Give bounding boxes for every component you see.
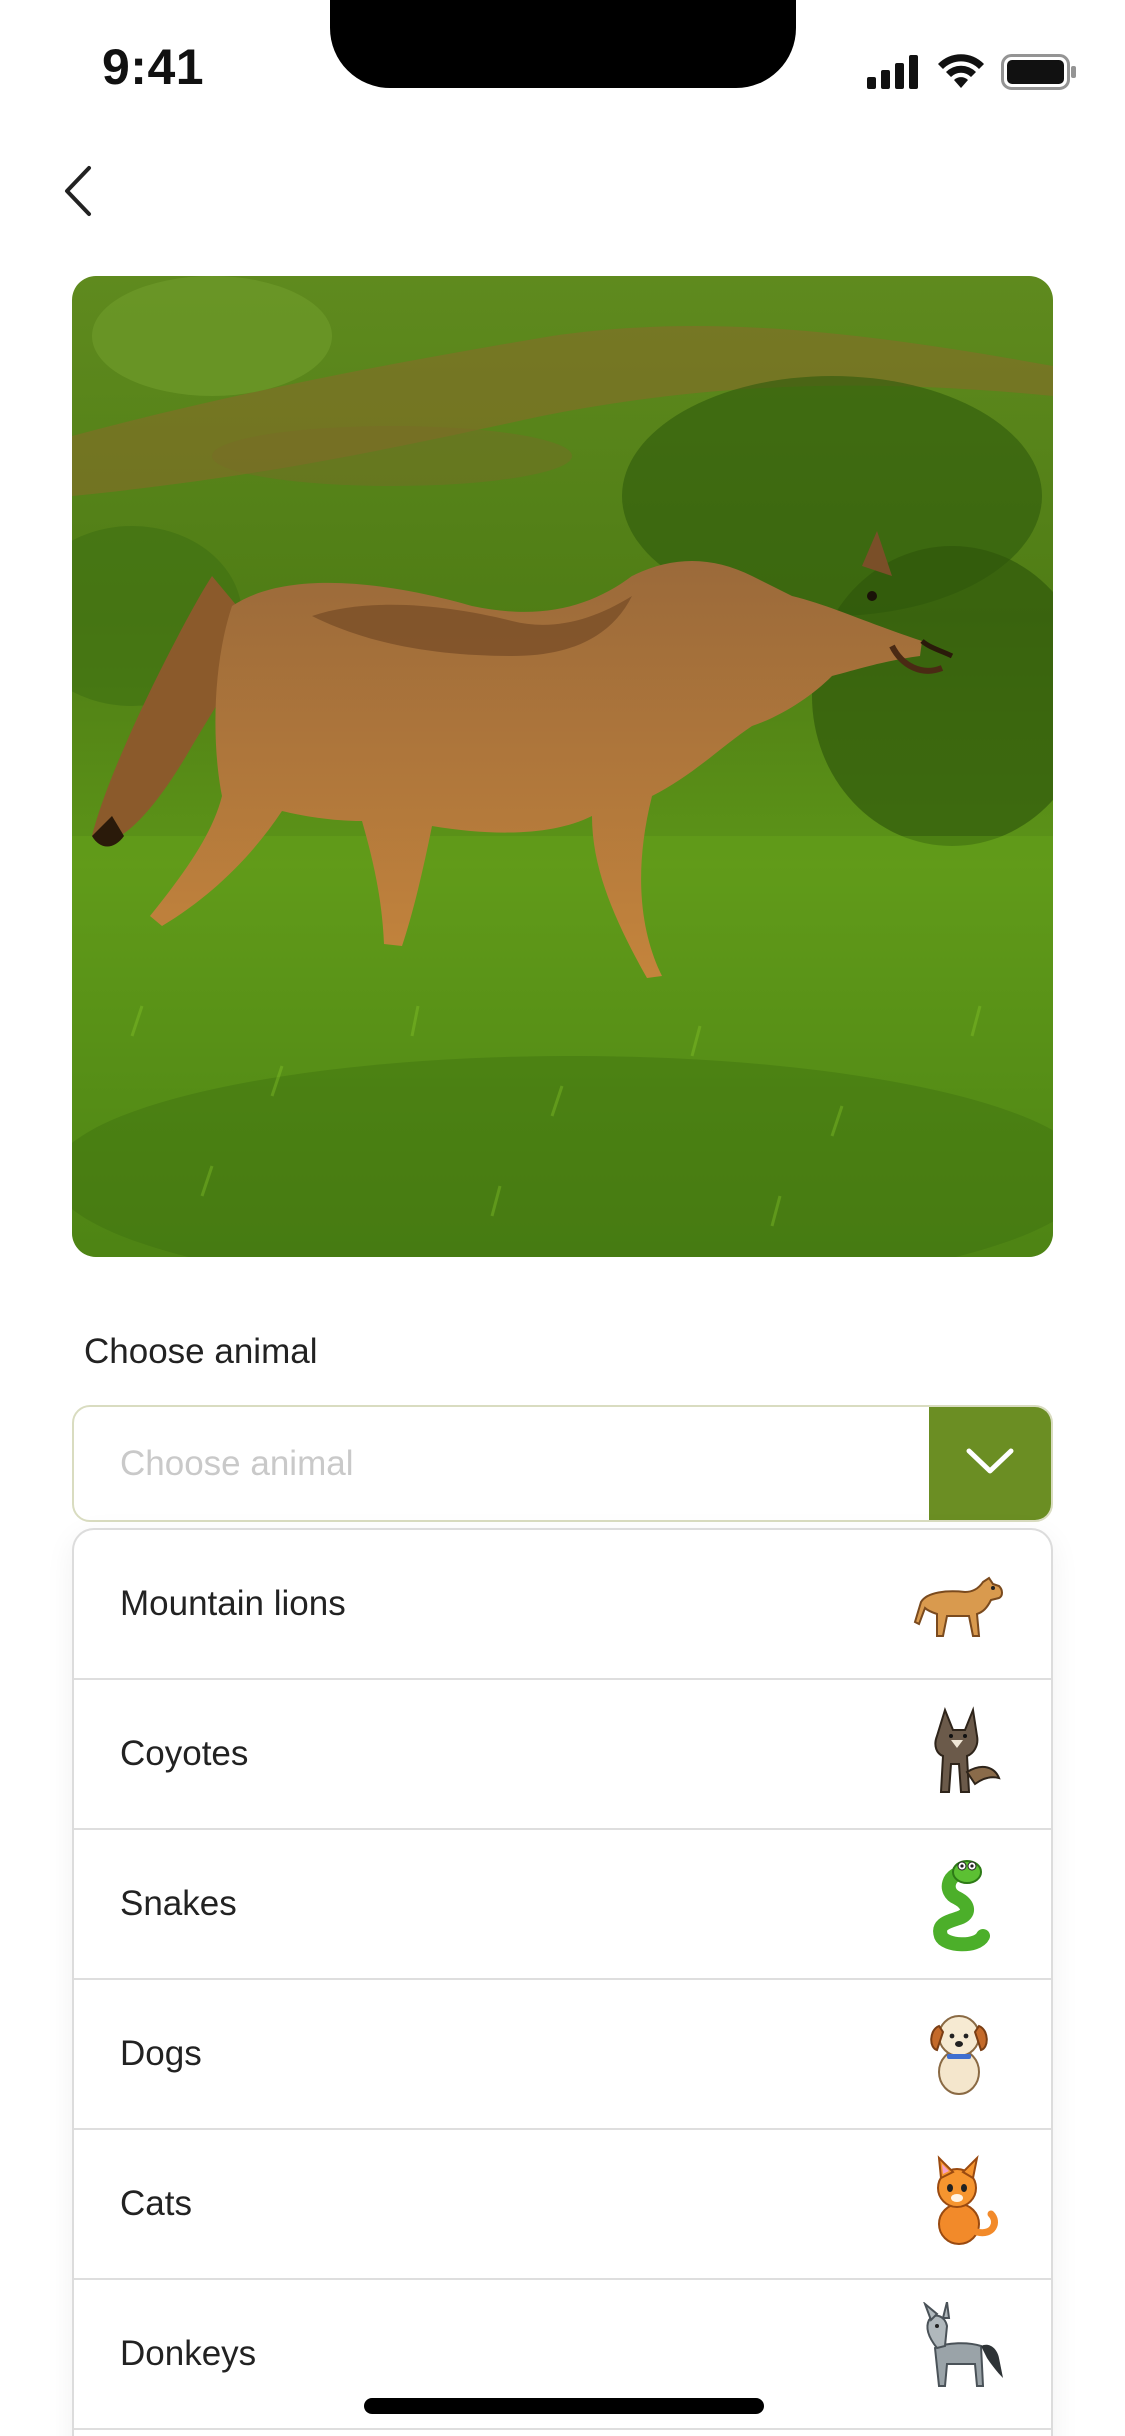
home-indicator[interactable] [364, 2398, 764, 2414]
battery-icon [1001, 54, 1077, 95]
dropdown-toggle-button[interactable] [929, 1407, 1051, 1520]
notch [330, 0, 796, 88]
status-bar: 9:41 [0, 0, 1125, 140]
option-label: Coyotes [120, 1734, 249, 1773]
dropdown-list: Mountain lions Coyotes Snakes Dogs Cats … [72, 1528, 1053, 2436]
cellular-signal-icon [867, 55, 921, 94]
field-label: Choose animal [84, 1332, 318, 1371]
option-label: Cats [120, 2184, 192, 2223]
back-button[interactable] [48, 158, 108, 228]
option-label: Snakes [120, 1884, 237, 1923]
coyote-icon [907, 1702, 1011, 1806]
option-dogs[interactable]: Dogs [74, 1980, 1051, 2130]
wifi-icon [937, 54, 985, 95]
option-label: Mountain lions [120, 1584, 346, 1623]
coyote-photo [72, 276, 1053, 1257]
chevron-down-icon [965, 1446, 1015, 1481]
select-placeholder: Choose animal [120, 1444, 354, 1483]
option-snakes[interactable]: Snakes [74, 1830, 1051, 1980]
snake-icon [907, 1852, 1011, 1956]
animal-select[interactable]: Choose animal [72, 1405, 1053, 1522]
status-time: 9:41 [102, 39, 205, 95]
screen: 9:41 Choose animal Choose animal Mountai… [0, 0, 1125, 2436]
donkey-icon [907, 2300, 1011, 2406]
option-label: Dogs [120, 2034, 202, 2073]
mountain-lion-icon [907, 1552, 1011, 1656]
dog-icon [907, 2002, 1011, 2106]
option-mountain-lions[interactable]: Mountain lions [74, 1530, 1051, 1680]
option-coyotes[interactable]: Coyotes [74, 1680, 1051, 1830]
option-label: Donkeys [120, 2334, 257, 2373]
option-cats[interactable]: Cats [74, 2130, 1051, 2280]
status-icons [867, 54, 1077, 95]
chevron-left-icon [61, 164, 95, 223]
cat-icon [907, 2152, 1011, 2256]
